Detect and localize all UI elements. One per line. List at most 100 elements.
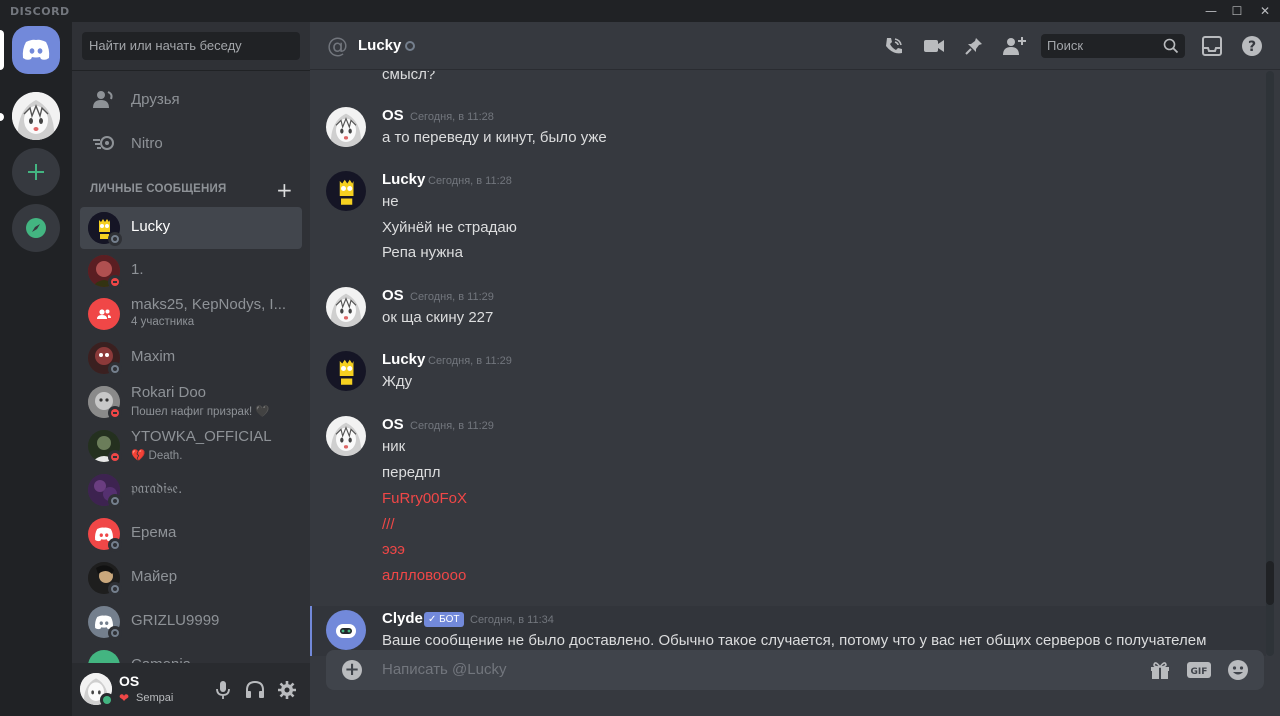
start-voice-call-button[interactable]	[882, 34, 906, 58]
find-conversation-input[interactable]: Найти или начать беседу	[82, 32, 300, 60]
message-text: Ваше сообщение не было доставлено. Обычн…	[382, 632, 1207, 649]
message-timestamp: Сегодня, в 11:28	[428, 175, 512, 187]
mute-button[interactable]	[212, 679, 234, 701]
explore-servers-button[interactable]	[12, 204, 60, 252]
app-brand: DISCORD	[10, 5, 70, 18]
dm-item[interactable]: GRIZLU9999	[80, 601, 302, 643]
channel-name: Lucky	[358, 37, 402, 54]
message-timestamp: Сегодня, в 11:28	[410, 111, 494, 123]
message-author[interactable]: OS	[382, 107, 404, 124]
dm-item[interactable]: Майер	[80, 557, 302, 599]
bot-badge: ✓ БОТ	[424, 612, 464, 627]
server-anime[interactable]	[12, 92, 60, 140]
gif-icon: GIF	[1187, 662, 1211, 678]
dm-item[interactable]: Lucky	[80, 207, 302, 249]
upload-button[interactable]: +	[342, 660, 362, 680]
message-timestamp: Сегодня, в 11:34	[470, 614, 554, 626]
home-button[interactable]	[12, 26, 60, 74]
deafen-button[interactable]	[244, 679, 266, 701]
message-author[interactable]: Clyde	[382, 610, 423, 627]
gift-icon	[1151, 662, 1169, 679]
nav-friends-label: Друзья	[131, 90, 180, 108]
message-author[interactable]: Lucky	[382, 351, 425, 368]
scrollbar[interactable]	[1266, 71, 1274, 656]
create-dm-button[interactable]: +	[276, 178, 293, 202]
nitro-icon	[88, 127, 120, 159]
clyde-avatar[interactable]	[326, 610, 366, 650]
dm-item[interactable]: 1.	[80, 250, 302, 292]
message-timestamp: Сегодня, в 11:29	[410, 420, 494, 432]
status-offline	[108, 538, 122, 552]
custom-status: Sempai	[136, 692, 174, 704]
dm-name: Lucky	[131, 218, 171, 235]
dm-item[interactable]: 𝔭𝔞𝔯𝔞𝔡𝔦𝔰𝔢.	[80, 469, 302, 511]
avatar[interactable]	[326, 171, 366, 211]
message-text: эээ	[382, 541, 405, 558]
dm-name: Ерема	[131, 524, 177, 541]
headphones-icon	[246, 680, 264, 698]
dm-name: Maxim	[131, 348, 176, 365]
scrollbar-thumb[interactable]	[1266, 561, 1274, 605]
status-dnd	[108, 275, 122, 289]
dm-item[interactable]: Rokari Doo Пошел нафиг призрак! 🖤	[80, 381, 302, 423]
help-button[interactable]: ?	[1240, 34, 1264, 58]
username: OS	[119, 673, 140, 689]
inbox-icon	[1202, 36, 1222, 56]
pinned-messages-button[interactable]	[962, 34, 986, 58]
nav-nitro[interactable]: Nitro	[80, 123, 302, 163]
dm-name: maks25, KepNodys, I...	[131, 296, 287, 313]
message-author[interactable]: Lucky	[382, 171, 425, 188]
add-server-button[interactable]	[12, 148, 60, 196]
avatar[interactable]	[326, 107, 366, 147]
message-text: смысл?	[382, 71, 436, 83]
close-button[interactable]: ✕	[1250, 0, 1280, 22]
avatar[interactable]	[326, 416, 366, 456]
dm-name: Майер	[131, 568, 178, 585]
emoji-button[interactable]	[1226, 658, 1250, 682]
user-settings-button[interactable]	[276, 679, 298, 701]
dm-item[interactable]: Maxim	[80, 337, 302, 379]
microphone-icon	[216, 681, 230, 699]
dm-name: GRIZLU9999	[131, 612, 220, 629]
avatar[interactable]	[326, 287, 366, 327]
message-text: ник	[382, 438, 406, 455]
message-text: а то переведу и кинут, было уже	[382, 129, 607, 146]
user-panel: OS ❤ Sempai	[72, 663, 310, 716]
message-author[interactable]: OS	[382, 287, 404, 304]
server-list	[0, 22, 72, 716]
maximize-button[interactable]: ☐	[1222, 0, 1252, 22]
group-avatar	[88, 298, 120, 330]
status-dnd	[108, 450, 122, 464]
dm-subtitle: 4 участника	[131, 316, 195, 328]
dm-item[interactable]: YTOWKA_OFFICIAL 💔 Death.	[80, 425, 302, 467]
add-friends-to-dm-button[interactable]	[1002, 34, 1026, 58]
status-offline	[405, 41, 415, 51]
start-video-call-button[interactable]	[922, 34, 946, 58]
nav-nitro-label: Nitro	[131, 134, 163, 152]
active-indicator	[0, 30, 4, 70]
dm-item[interactable]: maks25, KepNodys, I... 4 участника	[80, 293, 302, 335]
message-text: ///	[382, 516, 395, 533]
message-text: ок ща скину 227	[382, 309, 494, 326]
dm-item[interactable]: Ерема	[80, 513, 302, 555]
status-offline	[108, 626, 122, 640]
group-icon	[97, 309, 111, 319]
message-input[interactable]: Написать @Lucky	[382, 661, 506, 678]
robot-icon	[336, 624, 356, 638]
inbox-button[interactable]	[1200, 34, 1224, 58]
message-text: Хуйнёй не страдаю	[382, 219, 517, 236]
message-timestamp: Сегодня, в 11:29	[428, 355, 512, 367]
message-author[interactable]: OS	[382, 416, 404, 433]
nav-friends[interactable]: Друзья	[80, 79, 302, 119]
gear-icon	[278, 681, 296, 699]
chat-area: @ Lucky Поиск ? смысл? OS Сегодня, в 11:…	[310, 22, 1280, 716]
message-text: Жду	[382, 373, 413, 390]
status-dnd	[108, 406, 122, 420]
avatar[interactable]	[326, 351, 366, 391]
gift-button[interactable]	[1148, 658, 1172, 682]
status-online	[100, 693, 114, 707]
message-text: Репа нужна	[382, 244, 463, 261]
status-emoji: ❤	[119, 691, 130, 705]
message-text: не	[382, 193, 399, 210]
gif-button[interactable]: GIF	[1186, 658, 1212, 682]
